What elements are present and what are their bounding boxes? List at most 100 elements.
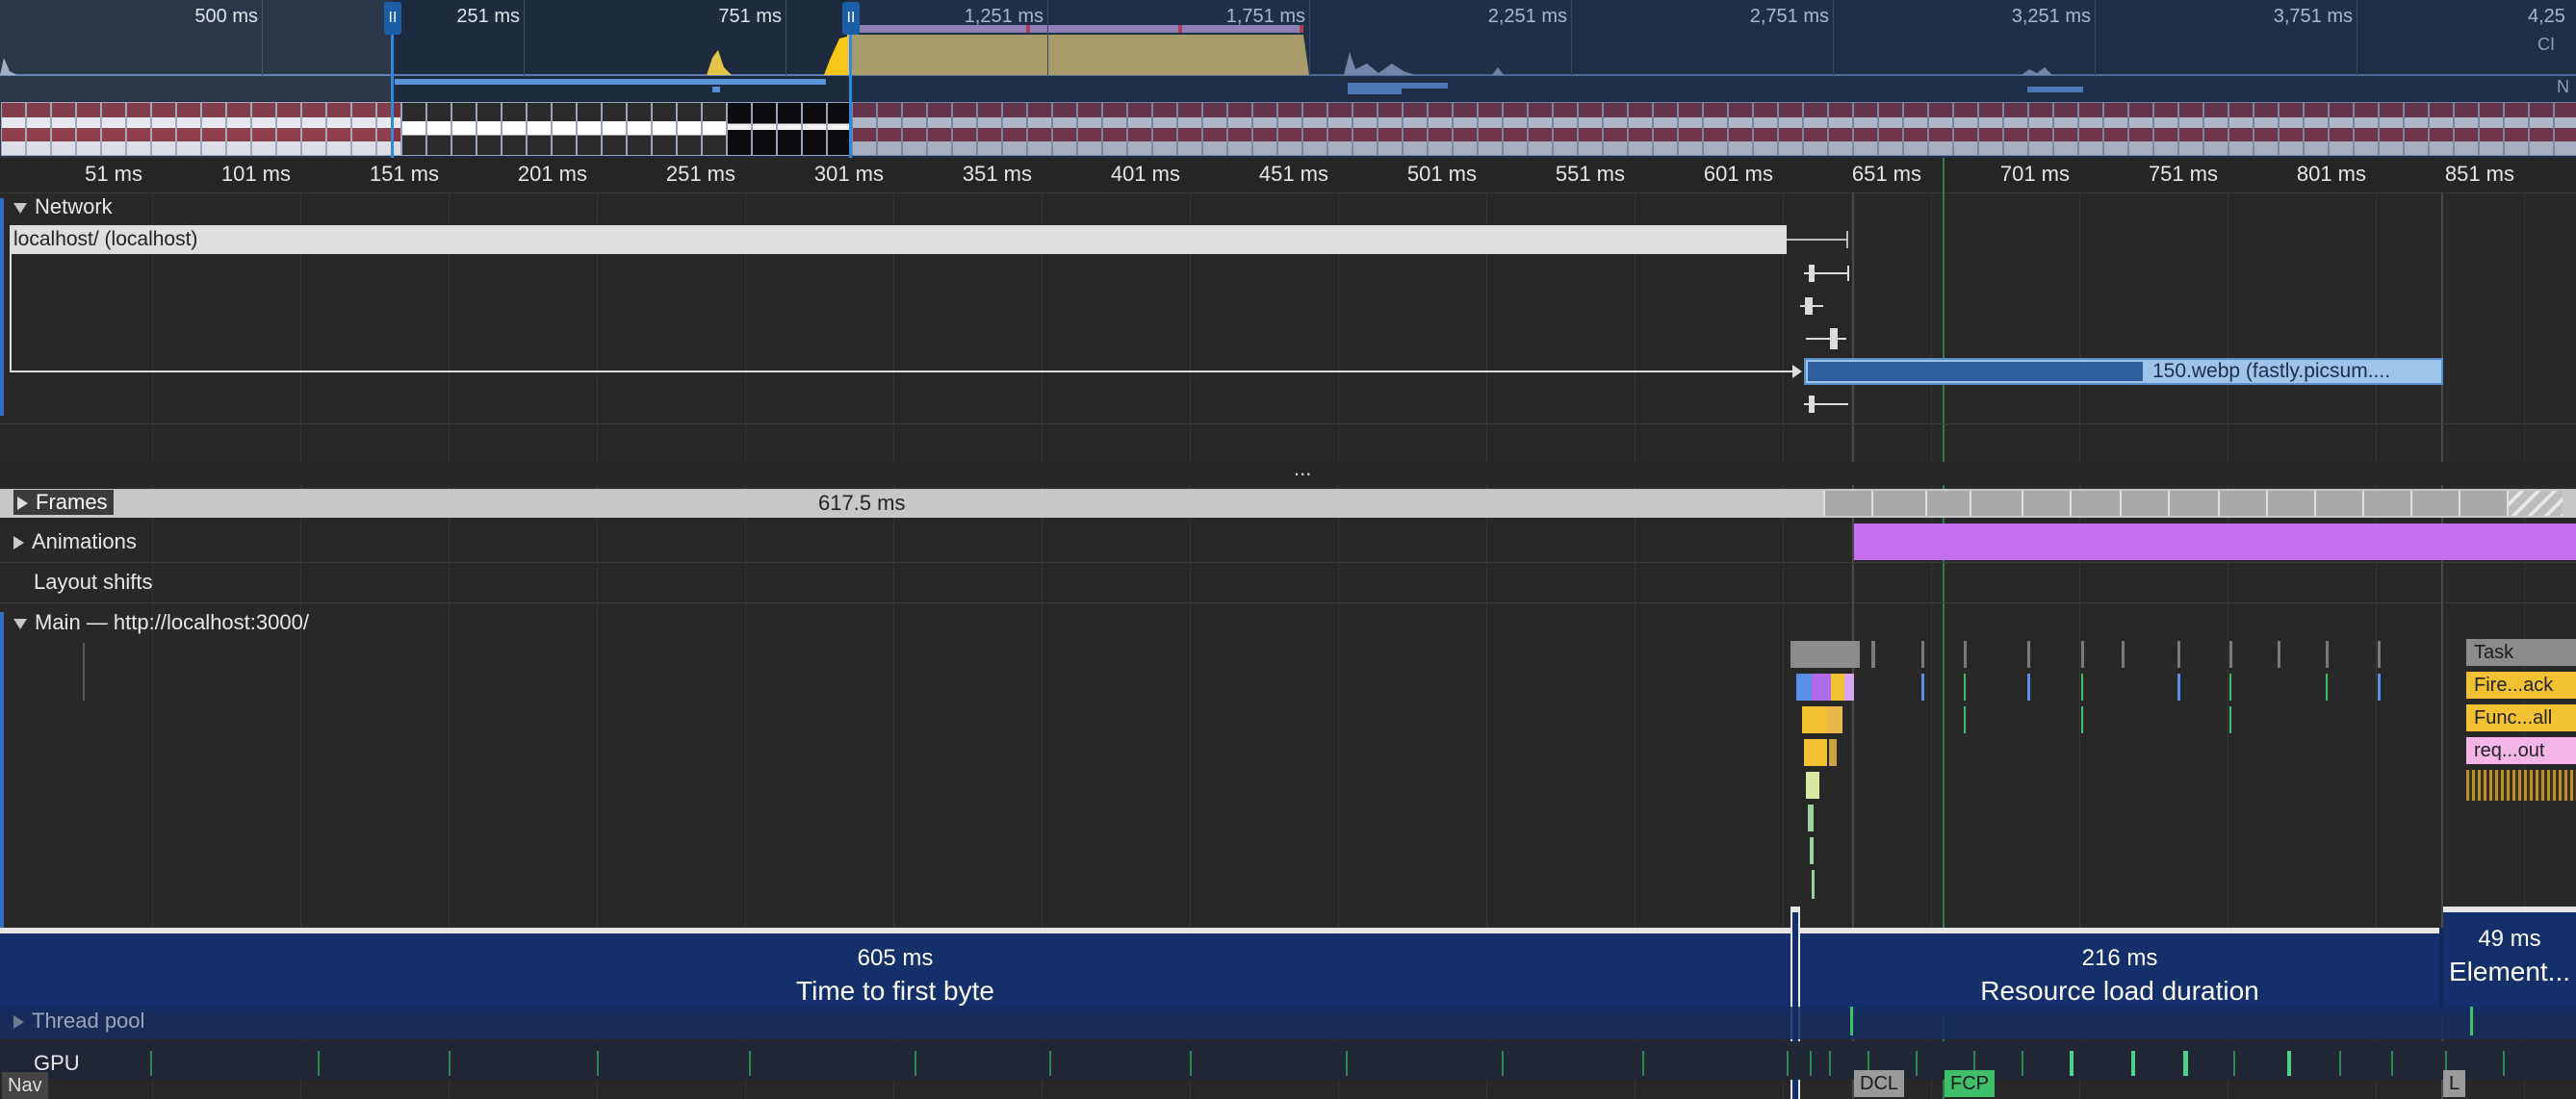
request-download-segment [1808,362,2143,381]
ruler-tick-label: 751 ms [2148,162,2218,186]
function-call-entry[interactable]: Func...all [2466,704,2576,731]
nested-script-entries[interactable] [2466,770,2576,801]
animation-bar[interactable] [1854,524,2576,560]
ruler-tick-label: 101 ms [220,162,291,186]
ttfb-title: Time to first byte [796,976,994,1006]
ruler-tick-label: 351 ms [962,162,1032,186]
filmstrip-screenshot[interactable] [702,102,727,156]
request-whisker [1787,239,1848,241]
network-track-bracket [0,198,4,416]
frame-cell[interactable] [2168,491,2220,516]
ruler-tick-label: 201 ms [517,162,587,186]
small-network-requests[interactable] [1790,256,1868,420]
frame-cell-dropped[interactable] [2507,491,2563,516]
overview-selection-outside-left [0,0,393,158]
track-resize-handle[interactable]: ... [0,456,2576,485]
frame-cell[interactable] [2314,491,2364,516]
frame-cell[interactable] [2266,491,2316,516]
collapse-triangle-icon[interactable] [13,618,27,629]
ruler-tick-label: 51 ms [85,162,142,186]
network-track-label: Network [35,194,113,218]
frame-cell[interactable] [2070,491,2122,516]
expand-triangle-icon[interactable] [13,1015,24,1030]
filmstrip-screenshot[interactable] [451,102,477,156]
frame-cell[interactable] [1871,491,1927,516]
filmstrip-screenshot[interactable] [802,102,827,156]
main-track-label: Main — http://localhost:3000/ [35,610,309,634]
thread-pool-track-label: Thread pool [32,1009,145,1033]
expand-triangle-icon[interactable] [17,497,28,511]
initiator-line [10,254,12,371]
task-entry[interactable]: Task [2466,639,2576,666]
element-render-value: 49 ms [2478,926,2541,952]
filmstrip-screenshot[interactable] [627,102,652,156]
ttfb-insight[interactable]: 605 ms Time to first byte [0,928,1790,1014]
thread-pool-row[interactable] [0,1007,2576,1039]
filmstrip-screenshot[interactable] [677,102,702,156]
layout-shifts-track-label[interactable]: Layout shifts [34,570,153,595]
request-whisker-cap [1846,231,1848,248]
ruler-tick-label: 451 ms [1258,162,1328,186]
ttfb-value: 605 ms [857,945,934,971]
animations-track-label: Animations [32,529,137,553]
filmstrip-screenshot[interactable] [752,102,777,156]
filmstrip-screenshot[interactable] [602,102,627,156]
frame-cell[interactable] [2022,491,2072,516]
ruler-tick-label: 301 ms [813,162,884,186]
network-request-document[interactable]: localhost/ (localhost) [10,225,1787,254]
ruler-tick-label: 251 ms [665,162,735,186]
main-track-header[interactable]: Main — http://localhost:3000/ [13,610,309,635]
thread-pool-track-header[interactable]: Thread pool [13,1009,144,1034]
filmstrip-screenshot[interactable] [477,102,502,156]
main-small-task [83,643,85,701]
frames-track-header[interactable]: Frames [13,490,114,515]
fire-callback-entry[interactable]: Fire...ack [2466,672,2576,699]
expand-triangle-icon[interactable] [13,536,24,550]
overview-gridline [524,0,525,77]
dcl-marker[interactable]: DCL [1854,1070,1905,1097]
filmstrip-screenshot[interactable] [426,102,451,156]
frame-cell[interactable] [1970,491,2023,516]
selection-end-line [849,29,852,158]
ruler-tick-label: 551 ms [1555,162,1625,186]
frame-duration-label: 617.5 ms [818,491,906,515]
filmstrip-screenshot[interactable] [527,102,552,156]
navigation-marker[interactable]: Nav [2,1072,48,1099]
frame-cell[interactable] [2459,491,2509,516]
overview-selection-outside-right [851,0,2576,158]
selection-end-handle[interactable]: II [842,2,860,35]
filmstrip-screenshot[interactable] [777,102,802,156]
collapse-triangle-icon[interactable] [13,202,27,214]
frame-cell[interactable] [2362,491,2412,516]
main-thread-small-tasks[interactable] [1868,639,2445,735]
track-divider [0,602,2576,603]
animations-track-header[interactable]: Animations [13,529,137,554]
frame-cell[interactable] [2120,491,2170,516]
selection-start-handle[interactable]: II [384,2,401,35]
frame-cell[interactable] [2410,491,2460,516]
frame-cell[interactable] [2218,491,2268,516]
resource-load-title: Resource load duration [1980,976,2259,1006]
network-track-header[interactable]: Network [13,194,113,219]
filmstrip-screenshot[interactable] [552,102,577,156]
ruler-tick-label: 801 ms [2296,162,2366,186]
filmstrip-screenshot[interactable] [652,102,677,156]
network-request-image-label: 150.webp (fastly.picsum.... [2152,360,2391,382]
filmstrip-screenshot[interactable] [502,102,527,156]
element-render-insight[interactable]: 49 ms Element... [2443,907,2576,1014]
resource-load-insight[interactable]: 216 ms Resource load duration [1800,928,2439,1014]
element-render-title: Element... [2448,957,2571,986]
frame-cell[interactable] [1823,491,1873,516]
fcp-marker[interactable]: FCP [1945,1070,1995,1097]
request-timeout-entry[interactable]: req...out [2466,737,2576,764]
filmstrip-screenshot[interactable] [577,102,602,156]
main-thread-flamechart[interactable] [1787,639,1868,908]
timeline-overview[interactable]: 500 ms 251 ms 751 ms 1,251 ms 1,751 ms 2… [0,0,2576,158]
thread-pool-task [1850,1007,1853,1035]
lcp-marker[interactable]: L [2443,1070,2466,1097]
filmstrip-screenshot[interactable] [401,102,426,156]
resize-dots-icon: ... [1294,456,1312,480]
frame-cell[interactable] [1925,491,1971,516]
time-ruler: 51 ms 101 ms 151 ms 201 ms 251 ms 301 ms… [0,158,2576,193]
filmstrip-screenshot[interactable] [727,102,752,156]
